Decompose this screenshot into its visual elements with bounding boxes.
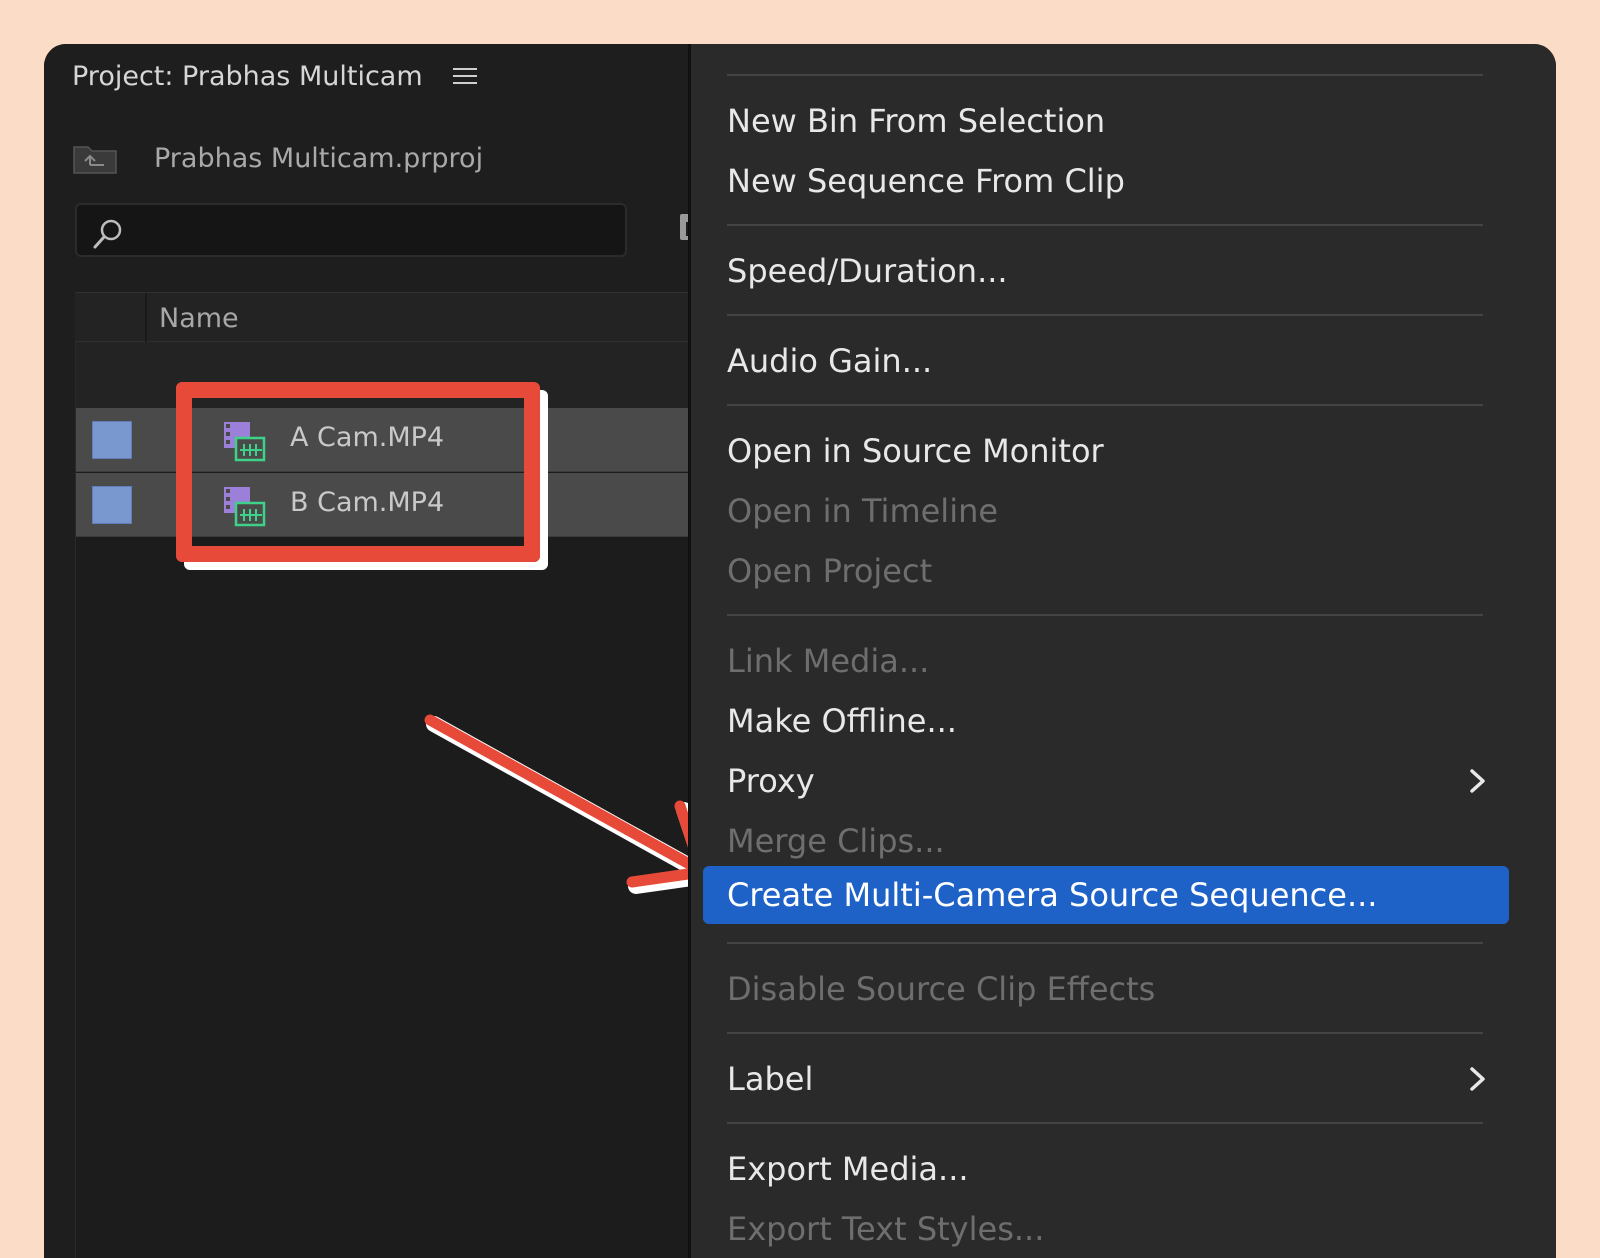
- context-menu: New Bin From Selection New Sequence From…: [688, 44, 1556, 1258]
- project-panel: Project: Prabhas Multicam Prabhas Multic…: [44, 44, 714, 1258]
- menu-item-export-text-styles: Export Text Styles...: [727, 1210, 1045, 1248]
- selection-highlight-box: [176, 382, 540, 562]
- menu-item-new-sequence-from-clip[interactable]: New Sequence From Clip: [727, 156, 1125, 206]
- menu-item-export-media[interactable]: Export Media...: [727, 1144, 969, 1194]
- menu-separator: [727, 942, 1483, 944]
- search-input[interactable]: [75, 203, 627, 257]
- menu-item-label-text: Label: [727, 1060, 814, 1098]
- label-color-swatch[interactable]: [92, 486, 132, 524]
- menu-separator: [727, 224, 1483, 226]
- project-path: Prabhas Multicam.prproj: [72, 136, 483, 180]
- menu-item-new-bin-from-selection[interactable]: New Bin From Selection: [727, 96, 1105, 146]
- menu-separator: [727, 614, 1483, 616]
- menu-item-merge-clips: Merge Clips...: [727, 822, 945, 860]
- hamburger-icon[interactable]: [452, 66, 477, 86]
- menu-item-open-project: Open Project: [727, 552, 933, 590]
- menu-separator: [727, 314, 1483, 316]
- menu-item-proxy[interactable]: Proxy: [727, 756, 1507, 806]
- menu-item-speed-duration[interactable]: Speed/Duration...: [727, 246, 1008, 296]
- column-divider[interactable]: [145, 293, 147, 343]
- panel-header: Project: Prabhas Multicam: [72, 56, 477, 96]
- menu-item-make-offline[interactable]: Make Offline...: [727, 696, 957, 746]
- menu-separator: [727, 1032, 1483, 1034]
- menu-separator: [727, 404, 1483, 406]
- menu-item-link-media: Link Media...: [727, 642, 930, 680]
- folder-up-icon[interactable]: [72, 141, 118, 175]
- project-file-name: Prabhas Multicam.prproj: [154, 142, 484, 174]
- menu-item-audio-gain[interactable]: Audio Gain...: [727, 336, 932, 386]
- menu-item-disable-source-clip-effects: Disable Source Clip Effects: [727, 970, 1156, 1008]
- menu-item-create-multi-camera-source-sequence[interactable]: Create Multi-Camera Source Sequence...: [727, 870, 1377, 920]
- chevron-right-icon: [1470, 1067, 1485, 1091]
- name-column-header[interactable]: Name: [159, 303, 239, 334]
- menu-item-label[interactable]: Label: [727, 1054, 1507, 1104]
- menu-item-label: Proxy: [727, 762, 815, 800]
- column-header: Name: [75, 292, 704, 343]
- label-color-swatch[interactable]: [92, 421, 132, 459]
- menu-separator: [727, 74, 1483, 76]
- menu-separator: [727, 1122, 1483, 1124]
- search-icon: [93, 219, 122, 249]
- chevron-right-icon: [1470, 769, 1485, 793]
- menu-item-open-in-source-monitor[interactable]: Open in Source Monitor: [727, 426, 1104, 476]
- app-window: Project: Prabhas Multicam Prabhas Multic…: [44, 44, 1556, 1258]
- menu-item-open-in-timeline: Open in Timeline: [727, 492, 999, 530]
- panel-title: Project: Prabhas Multicam: [72, 60, 423, 92]
